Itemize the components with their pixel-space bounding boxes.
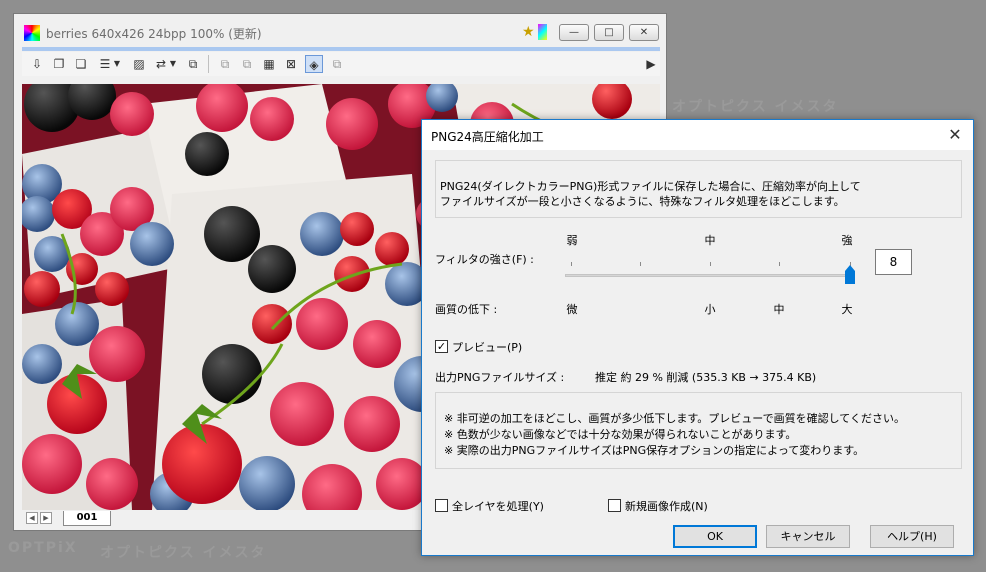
preview-checkbox[interactable]: ✓ (435, 340, 448, 353)
dialog-titlebar[interactable]: PNG24高圧縮化加工 ✕ (422, 120, 973, 150)
layer-tab-001[interactable]: 001 (63, 511, 111, 526)
disable-icon[interactable]: ⊠ (282, 55, 300, 73)
help-button[interactable]: ヘルプ(H) (870, 525, 954, 548)
output-size-label: 出力PNGファイルサイズ : (435, 371, 565, 384)
quality-tick-medium: 中 (773, 303, 785, 316)
slider-tick (640, 262, 641, 266)
dialog-close-button[interactable]: ✕ (945, 125, 965, 145)
transparency-icon[interactable]: ▨ (130, 55, 148, 73)
watermark-text: オプトピクス イメスタ (672, 99, 839, 115)
strength-tick-mid: 中 (704, 234, 716, 247)
minimize-icon: — (569, 27, 579, 38)
strength-tick-weak: 弱 (566, 234, 578, 247)
maximize-icon: □ (604, 27, 614, 38)
dialog-title: PNG24高圧縮化加工 (431, 130, 544, 144)
tab-next-button[interactable]: ▶ (40, 512, 52, 524)
png24-compression-dialog: PNG24高圧縮化加工 ✕ PNG24(ダイレクトカラーPNG)形式ファイルに保… (421, 119, 974, 556)
filter-strength-value[interactable]: 8 (875, 249, 912, 275)
preview-label[interactable]: プレビュー(P) (452, 339, 522, 355)
layer-merge-icon[interactable]: ❏ (72, 55, 90, 73)
ok-button[interactable]: OK (673, 525, 757, 548)
minimize-button[interactable]: — (559, 24, 589, 41)
note-line-1: ※ 非可逆の加工をほどこし、画質が多少低下します。プレビューで画質を確認してくだ… (444, 412, 905, 425)
image-toolbar: ⇩ ❐ ❏ ☰ ▼ ▨ ⇄ ▼ ⧉ ⧉ ⧉ ▦ ⊠ ◈ ⧉ ▶ (22, 52, 660, 76)
close-icon: ✕ (948, 125, 962, 144)
slider-thumb[interactable] (845, 265, 855, 284)
quality-reduction-label: 画質の低下 : (435, 303, 498, 316)
toolbar-overflow-icon[interactable]: ▶ (642, 55, 660, 73)
tab-prev-button[interactable]: ◀ (26, 512, 38, 524)
quality-tick-small: 小 (704, 303, 716, 316)
slider-tick (779, 262, 780, 266)
convert-dropdown-icon[interactable]: ▼ (168, 55, 178, 73)
notes-box: ※ 非可逆の加工をほどこし、画質が多少低下します。プレビューで画質を確認してくだ… (435, 392, 962, 469)
new-image-label[interactable]: 新規画像作成(N) (625, 498, 708, 514)
selection-icon[interactable]: ◈ (305, 55, 323, 73)
app-icon (24, 25, 40, 41)
all-layers-label[interactable]: 全レイヤを処理(Y) (452, 498, 544, 514)
layer-view-icon[interactable]: ⧉ (328, 55, 346, 73)
filter-strength-slider[interactable] (565, 274, 851, 277)
layer-ungroup-icon[interactable]: ⧉ (238, 55, 256, 73)
note-line-3: ※ 実際の出力PNGファイルサイズはPNG保存オプションの指定によって変わります… (444, 444, 865, 457)
slider-tick (710, 262, 711, 266)
toolbar-separator (208, 55, 209, 73)
all-layers-checkbox[interactable] (435, 499, 448, 512)
toolbar-accent-line (22, 47, 660, 51)
image-window-title: berries 640x426 24bpp 100% (更新) (46, 27, 262, 41)
layer-copy-icon[interactable]: ❐ (50, 55, 68, 73)
new-image-checkbox[interactable] (608, 499, 621, 512)
description-box: PNG24(ダイレクトカラーPNG)形式ファイルに保存した場合に、圧縮効率が向上… (435, 160, 962, 218)
description-line-1: PNG24(ダイレクトカラーPNG)形式ファイルに保存した場合に、圧縮効率が向上… (440, 180, 861, 193)
close-icon: ✕ (639, 27, 649, 38)
output-size-value: 推定 約 29 % 削減 (535.3 KB → 375.4 KB) (595, 371, 817, 384)
import-icon[interactable]: ⇩ (28, 55, 46, 73)
cancel-button[interactable]: キャンセル (766, 525, 850, 548)
filter-strength-label: フィルタの強さ(F) : (435, 253, 534, 266)
slider-tick (571, 262, 572, 266)
layer-group-icon[interactable]: ⧉ (216, 55, 234, 73)
quality-tick-slight: 微 (566, 303, 578, 316)
grid-icon[interactable]: ▦ (260, 55, 278, 73)
note-line-2: ※ 色数が少ない画像などでは十分な効果が得られないことがあります。 (444, 428, 797, 441)
maximize-button[interactable]: □ (594, 24, 624, 41)
windows-icon[interactable]: ⧉ (184, 55, 202, 73)
description-line-2: ファイルサイズが一段と小さくなるように、特殊なフィルタ処理をほどこします。 (440, 195, 845, 208)
close-button[interactable]: ✕ (629, 24, 659, 41)
strength-tick-strong: 強 (841, 234, 853, 247)
quality-tick-large: 大 (841, 303, 853, 316)
palette-dropdown-icon[interactable]: ▼ (112, 55, 122, 73)
favorite-star-icon[interactable]: ★ (522, 24, 547, 40)
watermark-logo: OPTPiX (8, 540, 78, 556)
watermark-text-bottom: オプトピクス イメスタ (100, 545, 267, 561)
